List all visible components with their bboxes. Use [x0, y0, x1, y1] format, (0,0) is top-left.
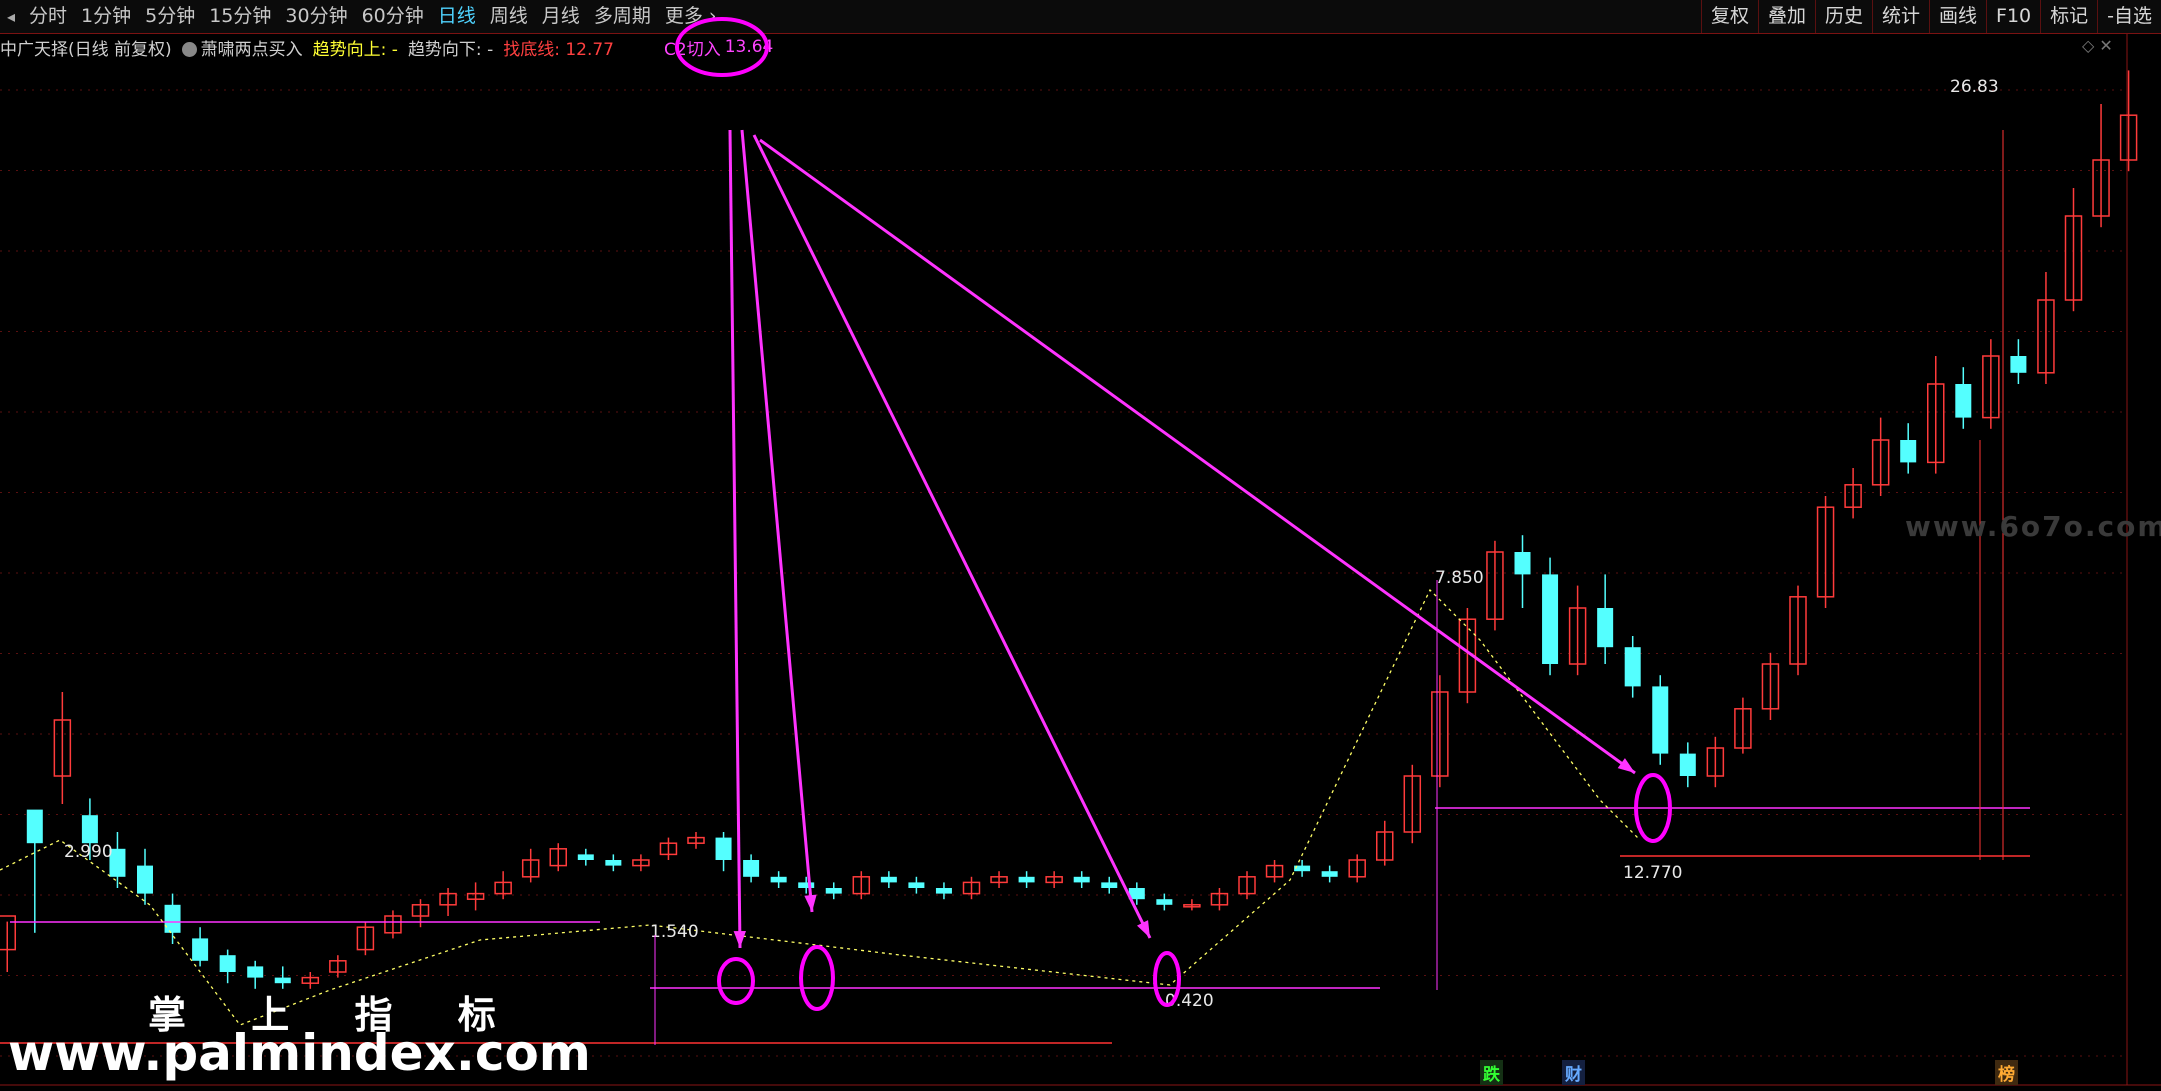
candle-body	[1018, 876, 1035, 883]
candle-body	[1542, 574, 1559, 664]
arrow-1	[728, 129, 742, 949]
candle-body	[1955, 384, 1972, 418]
price-label-low-2: 12.770	[1623, 863, 1682, 883]
candle-body	[605, 860, 622, 866]
event-marker-drop[interactable]: 跌	[1480, 1060, 1503, 1085]
candle-body	[743, 860, 760, 877]
price-label-peak-2: 26.83	[1950, 77, 1999, 97]
candlestick-chart[interactable]: 2.9901.5400.4207.85012.77026.83	[0, 0, 2161, 1091]
watermark-url: www.palmindex.com	[8, 1024, 591, 1082]
candle-body	[2010, 356, 2027, 373]
arrow-4-head	[1617, 758, 1635, 773]
candle-body	[192, 938, 209, 961]
candle-body	[164, 904, 181, 933]
candle-body	[770, 876, 787, 883]
c2-highlight-ellipse	[675, 17, 769, 77]
candle-body	[1679, 753, 1696, 776]
candle-body	[81, 815, 98, 844]
candle-body	[1101, 882, 1118, 888]
trend-line	[0, 588, 1641, 1026]
candle-body	[908, 882, 925, 888]
event-marker-finance[interactable]: 财	[1562, 1060, 1585, 1085]
candle-body	[26, 809, 43, 844]
arrow-2	[740, 129, 814, 913]
candle-body	[1624, 647, 1641, 687]
candle-body	[137, 865, 153, 894]
candle-body	[247, 966, 264, 978]
candle-body	[1321, 871, 1338, 877]
candle-body	[880, 876, 897, 883]
candle-body	[825, 888, 842, 894]
price-label-high: 2.990	[64, 842, 113, 862]
event-marker-rank[interactable]: 榜	[1995, 1060, 2018, 1085]
candle-body	[1514, 552, 1531, 575]
arrow-4	[759, 138, 1636, 775]
candle-body	[577, 854, 594, 860]
candle-body	[935, 888, 952, 894]
arrow-3-head	[1136, 920, 1150, 938]
candle-body	[219, 955, 236, 972]
price-label-peak: 7.850	[1435, 568, 1484, 588]
price-label-level: 1.540	[650, 922, 699, 942]
candle-body	[1597, 608, 1614, 648]
arrow-3	[752, 134, 1152, 939]
arrow-1-head	[733, 931, 746, 948]
candle-body	[798, 882, 815, 888]
candle-body	[274, 977, 291, 984]
candle-body	[1073, 876, 1090, 883]
candle-body	[1900, 440, 1917, 463]
watermark-site: www.6o7o.com	[1905, 510, 2161, 543]
entry-circle-1	[717, 957, 755, 1005]
candle-body	[715, 837, 732, 860]
entry-circle-2	[799, 945, 835, 1011]
candle-body	[1156, 899, 1173, 905]
candle-body	[1652, 686, 1669, 754]
